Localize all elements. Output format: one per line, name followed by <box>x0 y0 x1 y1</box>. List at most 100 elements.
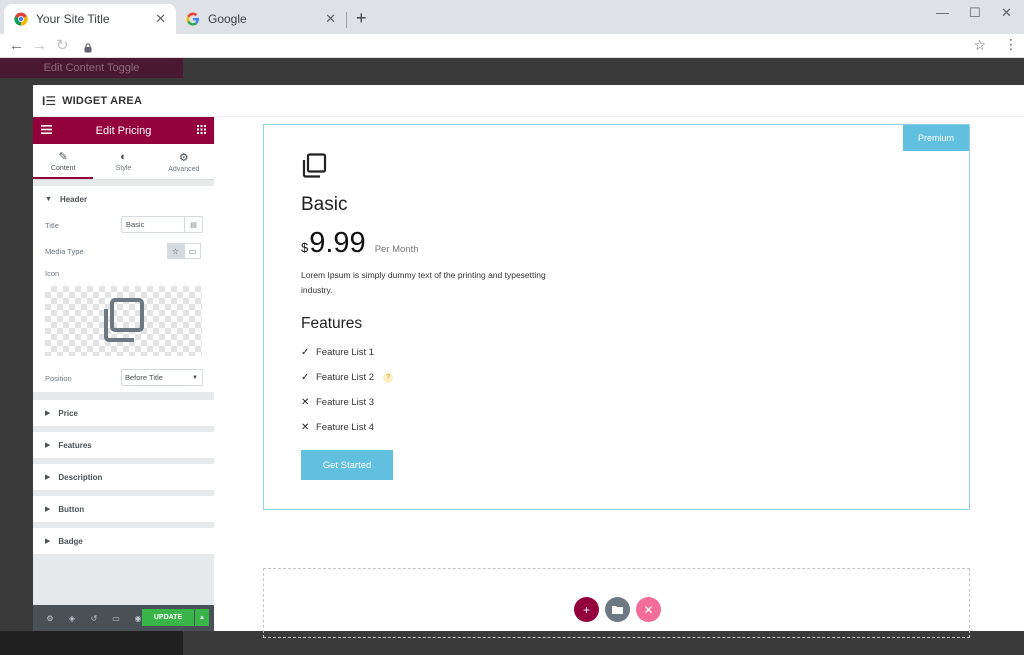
star-icon[interactable]: ☆ <box>167 243 184 259</box>
close-window-button[interactable]: ✕ <box>1001 5 1012 21</box>
title-field-row: Title Basic ▤ <box>33 212 214 238</box>
new-tab-button[interactable]: + <box>356 8 367 29</box>
header-section: ▼ Header Title Basic ▤ Media Type ☆ ▭ Ic… <box>33 186 214 392</box>
browser-toolbar: ← → ↻ ☆ ⋮ <box>0 34 1024 58</box>
edit-pricing-panel: Edit Pricing ✎ Content ◐ Style ⚙ Advance… <box>33 117 214 631</box>
navigator-layers-icon[interactable]: ◈ <box>61 614 83 623</box>
feature-item: ✓ Feature List 2 ? <box>301 372 394 383</box>
preview-canvas: Premium Basic $ 9.99 Per Month Lorem Ips… <box>216 117 1024 638</box>
header-section-toggle[interactable]: ▼ Header <box>33 186 214 212</box>
back-arrow-icon[interactable]: ← <box>9 37 24 55</box>
tab-label: Advanced <box>168 165 200 173</box>
price-amount: 9.99 <box>309 227 366 259</box>
feature-label: Feature List 3 <box>316 397 375 408</box>
forward-arrow-icon[interactable]: → <box>32 37 47 55</box>
tab-title: Google <box>208 12 247 26</box>
address-bar[interactable]: ☆ <box>78 36 998 56</box>
section-title: Button <box>58 504 85 514</box>
gear-icon: ⚙ <box>178 151 189 164</box>
section-toggle[interactable]: ▶ Features <box>33 432 214 458</box>
features-heading: Features <box>301 315 363 332</box>
feature-item: ✓ Feature List 1 <box>301 347 374 358</box>
tab-label: Content <box>50 164 76 172</box>
section-toggle[interactable]: ▶ Badge <box>33 528 214 554</box>
feature-item: ✕ Feature List 3 <box>301 397 374 408</box>
price-section[interactable]: ▶ Price <box>33 400 214 426</box>
section-title: Description <box>58 472 103 482</box>
tooltip-icon[interactable]: ? <box>383 372 394 383</box>
premium-badge: Premium <box>903 125 969 151</box>
section-toggle[interactable]: ▶ Description <box>33 464 214 490</box>
widget-area-title: WIDGET AREA <box>62 94 143 107</box>
maximize-button[interactable]: ☐ <box>969 5 981 21</box>
tab-title: Your Site Title <box>36 12 110 26</box>
caret-right-icon: ▶ <box>45 442 51 449</box>
icon-label-row: Icon <box>33 264 214 282</box>
history-icon[interactable]: ↺ <box>83 614 105 623</box>
check-icon: ✓ <box>301 372 310 383</box>
cross-icon: ✕ <box>301 397 310 408</box>
tab-separator <box>346 12 347 28</box>
position-select[interactable]: Before Title ▼ <box>121 369 203 386</box>
image-icon[interactable]: ▭ <box>184 243 201 259</box>
browser-tab-strip: Your Site Title ✕ Google ✕ + — ☐ ✕ <box>0 0 1024 34</box>
reload-icon[interactable]: ↻ <box>56 37 69 55</box>
tab-content[interactable]: ✎ Content <box>33 144 94 179</box>
pricing-card[interactable]: Premium Basic $ 9.99 Per Month Lorem Ips… <box>263 124 970 510</box>
field-label: Media Type <box>45 246 84 256</box>
tab-close-icon[interactable]: ✕ <box>325 11 336 27</box>
button-section[interactable]: ▶ Button <box>33 496 214 522</box>
features-section[interactable]: ▶ Features <box>33 432 214 458</box>
update-button[interactable]: UPDATE <box>142 609 194 626</box>
update-options-caret-icon[interactable]: ▲ <box>195 609 209 626</box>
tab-google[interactable]: Google ✕ <box>176 4 346 34</box>
background-panel-title: Edit Content Toggle <box>43 62 140 74</box>
get-started-button[interactable]: Get Started <box>301 450 393 480</box>
caret-right-icon: ▶ <box>45 538 51 545</box>
field-label: Title <box>45 220 59 230</box>
position-row: Position Before Title ▼ <box>33 364 214 392</box>
panel-tabs: ✎ Content ◐ Style ⚙ Advanced <box>33 144 214 180</box>
tab-style[interactable]: ◐ Style <box>93 144 153 179</box>
add-section-dropzone: + ✕ <box>263 568 970 638</box>
browser-menu-icon[interactable]: ⋮ <box>1004 36 1018 53</box>
icon-picker-preview[interactable] <box>45 286 202 356</box>
feature-label: Feature List 1 <box>316 347 375 358</box>
section-title: Features <box>58 440 92 450</box>
position-value: Before Title <box>125 373 163 382</box>
title-input[interactable]: Basic ▤ <box>121 216 203 233</box>
tab-advanced[interactable]: ⚙ Advanced <box>154 144 214 179</box>
widgets-grid-icon[interactable] <box>197 125 206 137</box>
price-period: Per Month <box>374 244 419 255</box>
panel-header: Edit Pricing <box>33 117 214 144</box>
bookmark-star-icon[interactable]: ☆ <box>973 37 986 54</box>
description-section[interactable]: ▶ Description <box>33 464 214 490</box>
section-toggle[interactable]: ▶ Button <box>33 496 214 522</box>
currency-symbol: $ <box>301 240 309 255</box>
widget-area-header: I☰ WIDGET AREA <box>33 85 1024 117</box>
feature-item: ✕ Feature List 4 <box>301 422 374 433</box>
feature-label: Feature List 4 <box>316 422 375 433</box>
background-panel-footer <box>0 631 183 655</box>
caret-down-icon: ▼ <box>45 195 52 203</box>
copy-icon <box>104 298 144 342</box>
settings-gear-icon[interactable]: ⚙ <box>39 614 61 623</box>
copy-icon <box>302 153 327 178</box>
magic-wand-icon[interactable]: ✕ <box>636 597 661 622</box>
price-row: $ 9.99 Per Month <box>301 227 419 260</box>
minimize-button[interactable]: — <box>936 5 949 20</box>
add-section-plus-icon[interactable]: + <box>574 597 599 622</box>
plan-description: Lorem Ipsum is simply dummy text of the … <box>301 270 546 295</box>
responsive-mode-icon[interactable]: ▭ <box>105 614 127 623</box>
check-icon: ✓ <box>301 347 310 358</box>
section-toggle[interactable]: ▶ Price <box>33 400 214 426</box>
widget-area-modal: I☰ WIDGET AREA Edit Pricing ✎ Content ◐ … <box>33 85 1024 638</box>
caret-right-icon: ▶ <box>45 474 51 481</box>
badge-section[interactable]: ▶ Badge <box>33 528 214 554</box>
tab-close-icon[interactable]: ✕ <box>155 11 166 27</box>
tab-your-site-title[interactable]: Your Site Title ✕ <box>4 4 176 34</box>
background-panel-header: Edit Content Toggle <box>0 58 183 78</box>
hamburger-menu-icon[interactable] <box>41 125 52 137</box>
dynamic-tags-icon[interactable]: ▤ <box>184 217 202 232</box>
add-template-folder-icon[interactable] <box>605 597 630 622</box>
